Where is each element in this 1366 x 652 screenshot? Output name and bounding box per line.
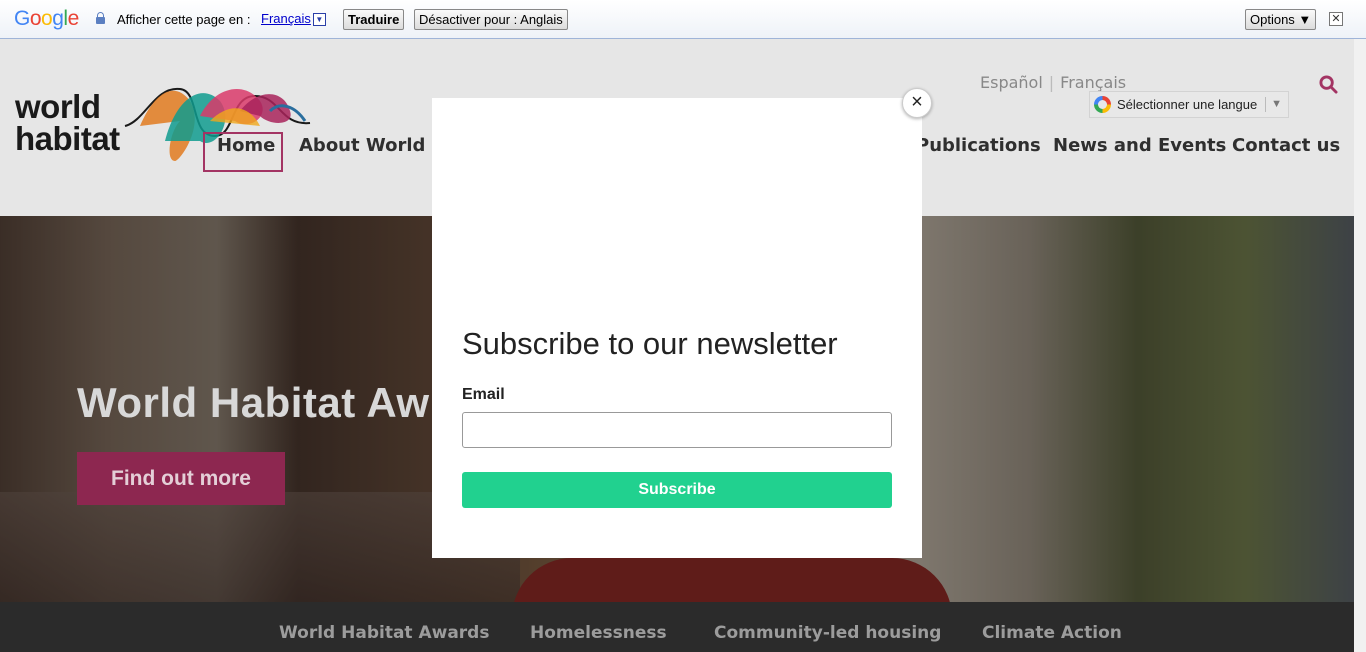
lock-icon [96, 12, 105, 24]
scrollbar[interactable] [1354, 39, 1366, 652]
language-select-label: Sélectionner une langue [1117, 97, 1258, 112]
lang-link-es[interactable]: Español [980, 73, 1043, 92]
logo-line-1: world [15, 88, 101, 125]
email-label: Email [462, 386, 505, 403]
site-logo[interactable]: world habitat [15, 88, 120, 157]
topic-homelessness[interactable]: Homelessness [530, 623, 667, 643]
topic-nav: World Habitat Awards Homelessness Commun… [0, 602, 1354, 652]
close-icon[interactable]: ✕ [1329, 12, 1343, 26]
modal-title: Subscribe to our newsletter [462, 326, 838, 361]
chevron-down-icon: ▼ [1271, 98, 1282, 110]
google-g-icon [1094, 96, 1111, 113]
nav-item-publications[interactable]: Publications [916, 135, 1041, 156]
close-icon[interactable]: × [902, 88, 932, 118]
nav-item-news-events[interactable]: News and Events [1053, 135, 1226, 156]
search-icon[interactable] [1319, 75, 1338, 94]
nav-item-home[interactable]: Home [217, 135, 275, 156]
find-out-more-button[interactable]: Find out more [77, 452, 285, 505]
translate-prompt: Afficher cette page en : [117, 12, 251, 27]
nav-item-contact[interactable]: Contact us [1232, 135, 1340, 156]
dropdown-arrow-icon: ▼ [312, 13, 326, 26]
lang-link-fr[interactable]: Français [1060, 73, 1126, 92]
hero-title: World Habitat Aw [77, 379, 430, 426]
subscribe-button[interactable]: Subscribe [462, 472, 892, 508]
language-links: Español | Français [980, 73, 1126, 92]
language-dropdown[interactable]: Français ▼ [261, 11, 326, 26]
topic-community-led-housing[interactable]: Community-led housing [714, 623, 941, 643]
topic-climate-action[interactable]: Climate Action [982, 623, 1122, 643]
email-field[interactable] [462, 412, 892, 448]
topic-world-habitat-awards[interactable]: World Habitat Awards [279, 623, 489, 643]
divider [1265, 97, 1266, 112]
divider: | [1048, 73, 1055, 92]
logo-line-2: habitat [15, 120, 120, 157]
translate-button[interactable]: Traduire [343, 9, 405, 30]
language-label: Français [261, 11, 311, 26]
options-button[interactable]: Options ▼ [1245, 9, 1317, 30]
google-logo: Google [14, 7, 79, 30]
disable-translate-button[interactable]: Désactiver pour : Anglais [414, 9, 568, 30]
translate-bar: Google Afficher cette page en : Français… [0, 0, 1366, 39]
newsletter-modal: × Subscribe to our newsletter Email Subs… [432, 88, 932, 558]
language-select[interactable]: Sélectionner une langue ▼ [1089, 91, 1289, 118]
